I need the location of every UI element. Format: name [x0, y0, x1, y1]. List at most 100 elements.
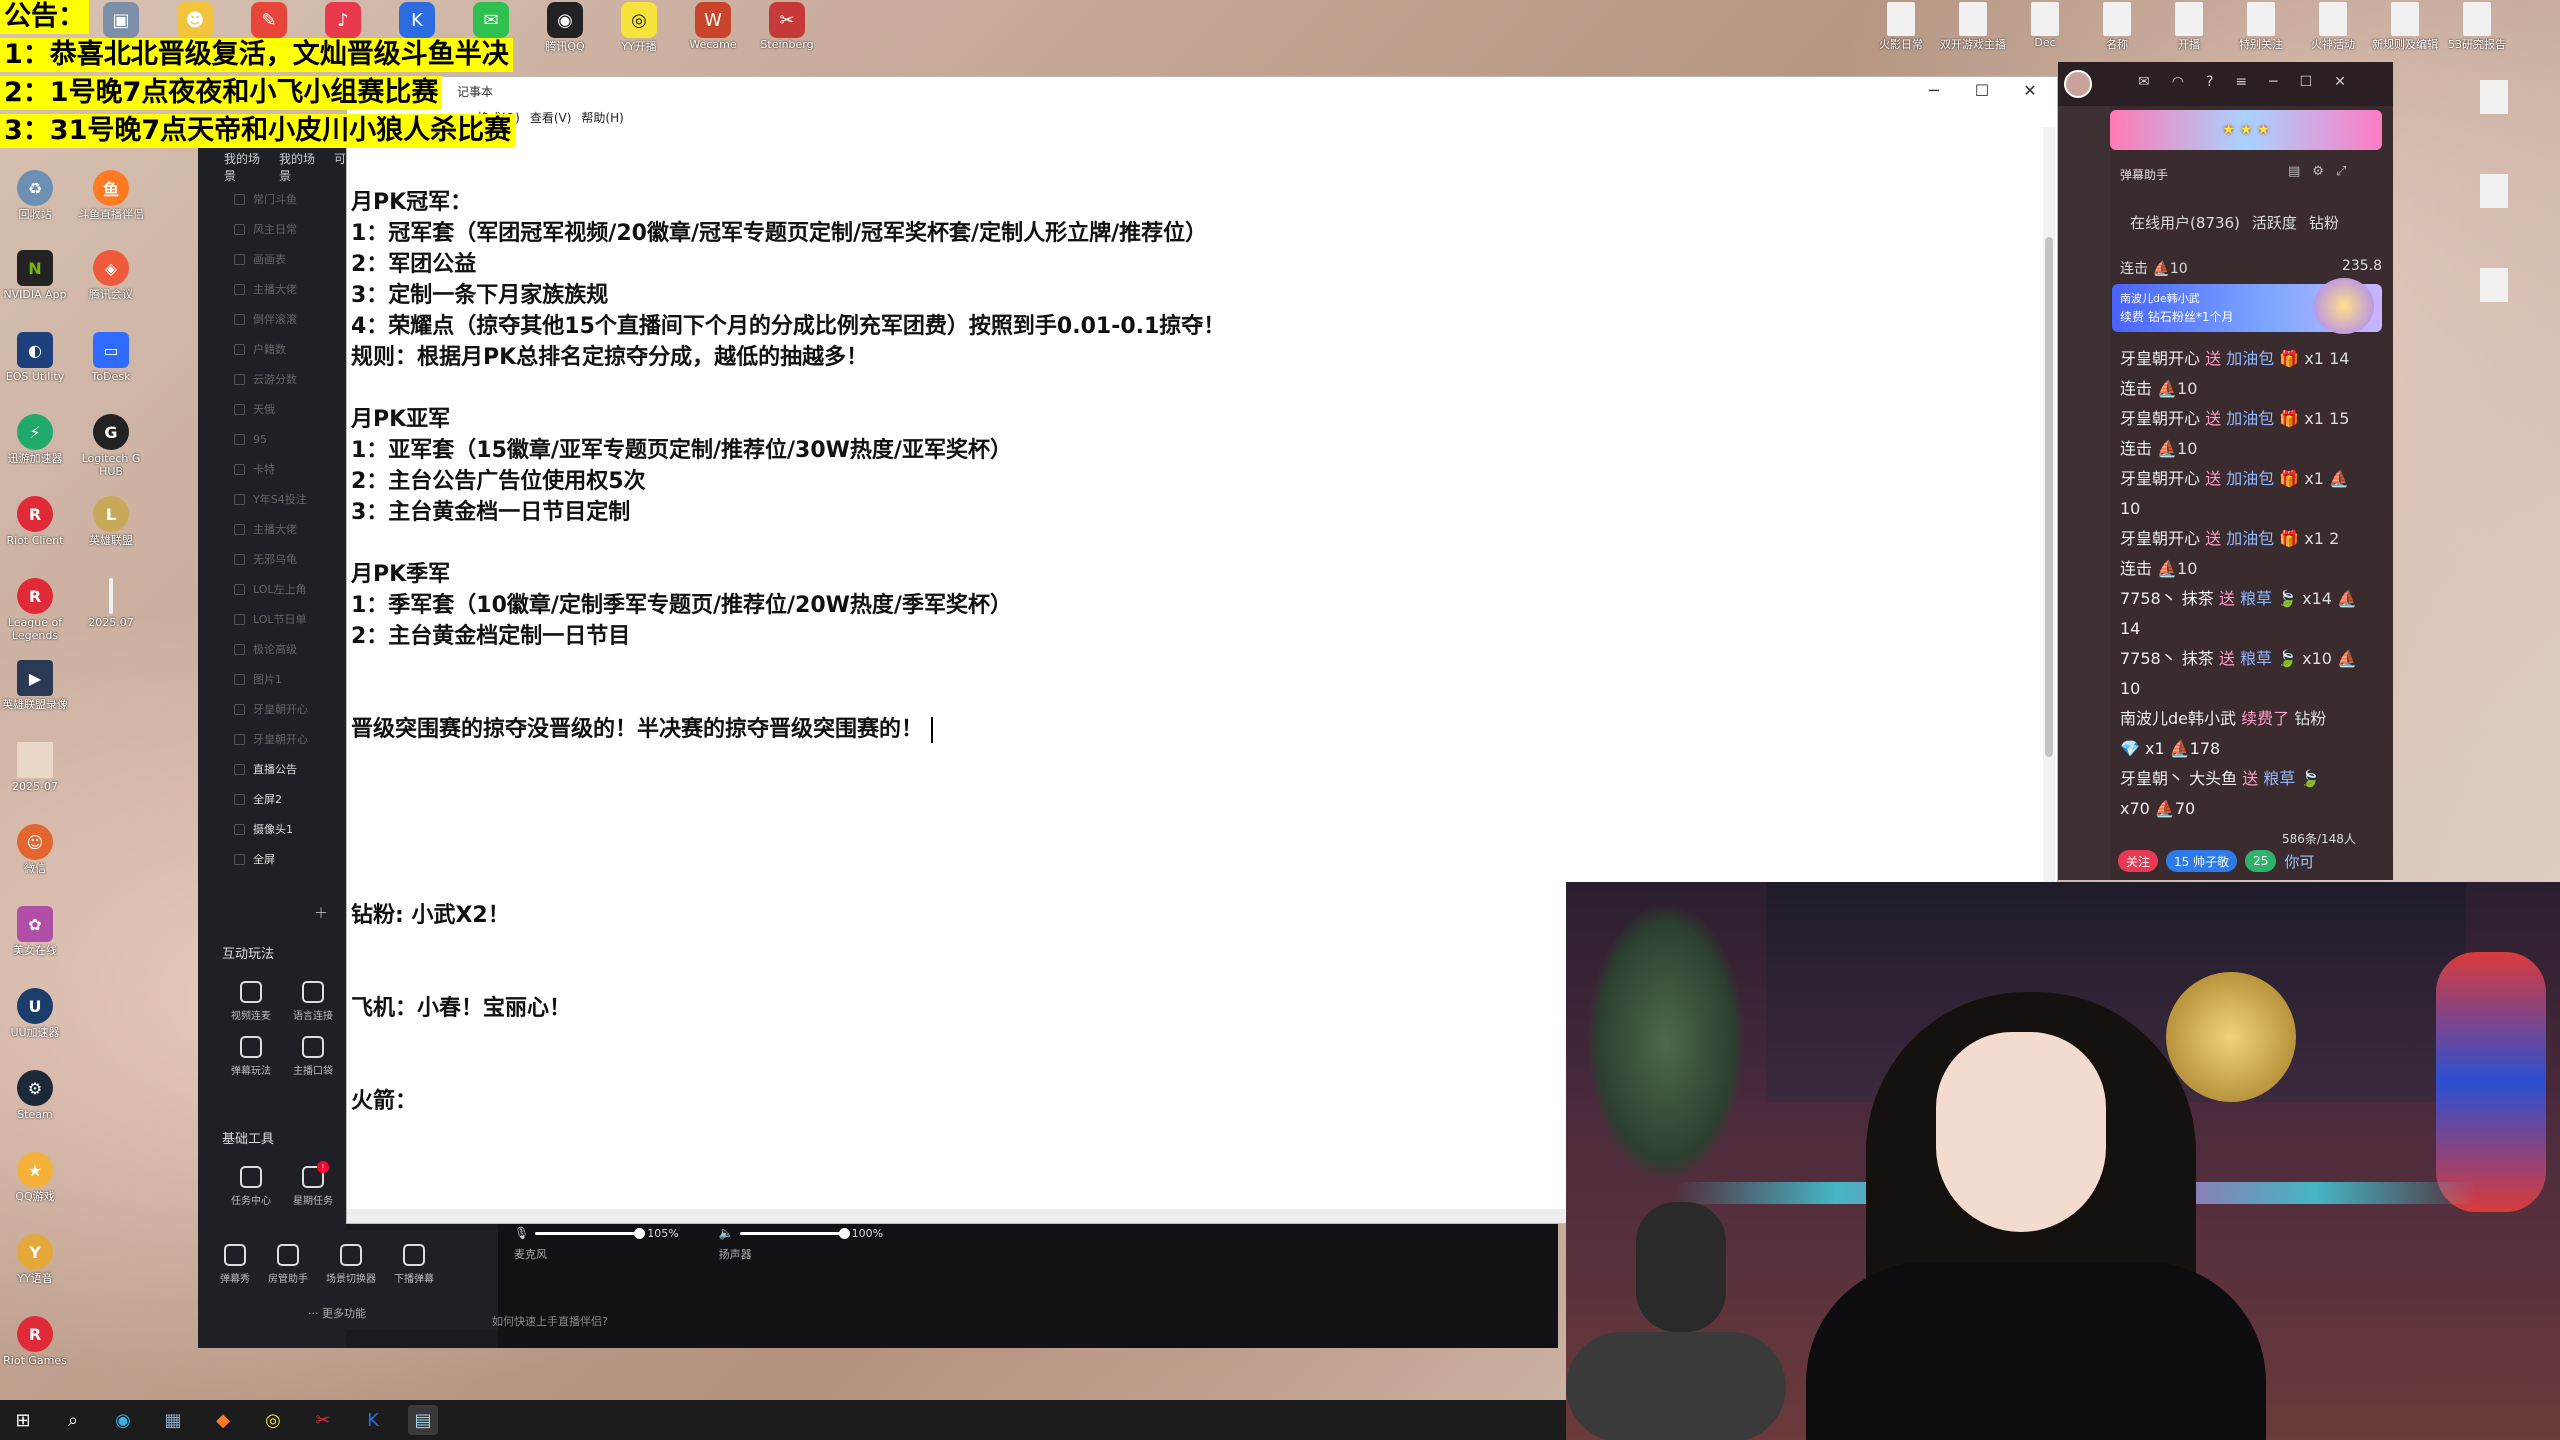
event-banner[interactable]: ★ ★ ★	[2110, 110, 2382, 150]
desktop-icon-steam[interactable]: ⚙ Steam	[0, 1070, 70, 1121]
maximize-icon[interactable]: ☐	[2300, 74, 2313, 90]
scene-item[interactable]: 卡特	[214, 454, 344, 484]
follow-button[interactable]: 关注	[2118, 850, 2159, 872]
scene-item[interactable]: 全屏2	[214, 784, 344, 814]
scene-item[interactable]: 倒伴滚滚	[214, 304, 344, 334]
settings-icon[interactable]: ⚙	[2312, 164, 2324, 179]
slider-knob[interactable]	[838, 1227, 850, 1239]
scene-checkbox-icon[interactable]	[234, 673, 245, 685]
desktop-file[interactable]: Dec	[2014, 0, 2076, 58]
chat-input-hint[interactable]: 你可	[2284, 851, 2314, 872]
scene-checkbox-icon[interactable]	[234, 283, 245, 295]
add-scene-icon[interactable]: ＋	[314, 903, 328, 923]
explorer-icon[interactable]: ▦	[158, 1405, 188, 1435]
scene-item[interactable]: 常门斗鱼	[214, 184, 344, 214]
desktop-icon-recycle[interactable]: ♻ 回收站	[0, 170, 70, 221]
tool-scene-switcher[interactable]: 场景切换器	[326, 1244, 376, 1285]
desktop-icon-logitech[interactable]: G Logitech G HUB	[76, 414, 146, 478]
desktop-icon-folder[interactable]: 2025.07	[76, 578, 146, 629]
copy-icon[interactable]: ▤	[2288, 164, 2300, 179]
chat-message-name[interactable]: 牙皇朝开心	[2120, 529, 2200, 548]
scene-checkbox-icon[interactable]	[234, 193, 245, 205]
scene-item[interactable]: 云游分数	[214, 364, 344, 394]
avatar[interactable]	[2064, 70, 2092, 98]
scene-checkbox-icon[interactable]	[234, 553, 245, 565]
windows-start-icon[interactable]: ⊞	[8, 1405, 38, 1435]
chat-message-name[interactable]: 南波儿de韩小武	[2120, 709, 2236, 728]
scene-item[interactable]: 主播大佬	[214, 514, 344, 544]
close-icon[interactable]: ✕	[2334, 74, 2346, 90]
chat-message-name[interactable]: 牙皇朝开心	[2120, 409, 2200, 428]
maximize-button[interactable]: ☐	[1973, 81, 1991, 100]
chat-message-name[interactable]: x70 ⛵70	[2120, 799, 2195, 818]
desktop-icon-wechat[interactable]: ☺ 微信	[0, 824, 70, 875]
scrollbar-thumb[interactable]	[2045, 237, 2053, 757]
minimize-icon[interactable]: ─	[2269, 74, 2277, 90]
help-link[interactable]: 如何快速上手直播伴侣?	[492, 1313, 608, 1329]
scene-checkbox-icon[interactable]	[234, 613, 245, 625]
scene-checkbox-icon[interactable]	[234, 703, 245, 715]
desktop-file[interactable]: 53研究报告	[2446, 0, 2508, 58]
desktop-icon-yyvoice[interactable]: Y YY语音	[0, 1234, 70, 1285]
chat-message-name[interactable]: 10	[2120, 499, 2140, 518]
scene-checkbox-icon[interactable]	[234, 313, 245, 325]
tool-pocket[interactable]: 主播口袋	[282, 1036, 344, 1077]
desktop-file[interactable]	[2480, 174, 2508, 208]
desktop-icon-steinberg[interactable]: ✂ Steinberg	[756, 0, 818, 58]
scene-checkbox-icon[interactable]	[234, 823, 245, 835]
riot-icon[interactable]: ✂	[308, 1405, 338, 1435]
tool-weekly-task[interactable]: ! 星期任务	[282, 1161, 344, 1207]
desktop-icon-douyu[interactable]: 鱼斗鱼直播伴侣	[76, 170, 146, 221]
more-functions-button[interactable]: ··· 更多功能	[308, 1305, 366, 1321]
speaker-icon[interactable]: 🔈	[719, 1226, 734, 1240]
desktop-icon-beauty[interactable]: ✿ 美女在线	[0, 906, 70, 957]
scene-checkbox-icon[interactable]	[234, 403, 245, 415]
minimize-button[interactable]: ─	[1925, 81, 1943, 100]
desktop-icon-league[interactable]: R League of Legends	[0, 578, 70, 642]
chat-message-name[interactable]: 7758丶 抹茶	[2120, 589, 2214, 608]
desktop-icon-riot[interactable]: R Riot Client	[0, 496, 70, 547]
scene-item[interactable]: 图片1	[214, 664, 344, 694]
desktop-icon-xunyou[interactable]: ⚡ 迅游加速器	[0, 414, 70, 465]
tool-room-admin[interactable]: 房管助手	[268, 1244, 308, 1285]
tab-my-scenes[interactable]: 我的场景	[224, 150, 269, 183]
speaker-volume-slider[interactable]	[739, 1227, 850, 1239]
scene-item[interactable]: 全屏	[214, 844, 344, 874]
chat-message-name[interactable]: 连击	[2120, 439, 2152, 458]
scene-checkbox-icon[interactable]	[234, 853, 245, 865]
desktop-icon-wecame[interactable]: W Wecame	[682, 0, 744, 58]
close-button[interactable]: ✕	[2021, 81, 2039, 100]
scene-item[interactable]: 天俄	[214, 394, 344, 424]
mic-volume-slider[interactable]	[535, 1227, 646, 1239]
tool-danmu-show[interactable]: 弹幕秀	[220, 1244, 250, 1285]
desktop-file[interactable]: 火影日常	[1870, 0, 1932, 58]
scene-item[interactable]: 牙皇朝开心	[214, 724, 344, 754]
tool-voice-link[interactable]: 语言连接	[282, 981, 344, 1022]
microphone-icon[interactable]: 🎙	[514, 1226, 529, 1240]
chat-message-name[interactable]: 💎 x1 ⛵178	[2120, 739, 2220, 758]
popout-icon[interactable]: ⤢	[2336, 164, 2346, 179]
desktop-file[interactable]: 火神活动	[2302, 0, 2364, 58]
desktop-icon-eos[interactable]: ◐ EOS Utility	[0, 332, 70, 383]
notepad-icon[interactable]: ▤	[408, 1405, 438, 1435]
scene-item[interactable]: 牙皇朝开心	[214, 694, 344, 724]
tool-video-call[interactable]: 视频连麦	[220, 981, 282, 1022]
yy-icon[interactable]: ◎	[258, 1405, 288, 1435]
scene-item[interactable]: LOL左上角	[214, 574, 344, 604]
tab-online-users[interactable]: 在线用户(8736)	[2130, 212, 2240, 233]
desktop-icon-file[interactable]: 2025-07	[0, 742, 70, 793]
scene-checkbox-icon[interactable]	[234, 643, 245, 655]
desktop-icon-nvidia[interactable]: N NVIDIA App	[0, 250, 70, 301]
desktop-file[interactable]: 特别关注	[2230, 0, 2292, 58]
scene-checkbox-icon[interactable]	[234, 763, 245, 775]
chat-message-name[interactable]: 14	[2120, 619, 2140, 638]
tool-offline-danmu[interactable]: 下播弹幕	[394, 1244, 434, 1285]
chat-message-name[interactable]: 10	[2120, 679, 2140, 698]
chat-message-name[interactable]: 牙皇朝丶 大头鱼	[2120, 769, 2237, 788]
scene-item[interactable]: 画画表	[214, 244, 344, 274]
menu-icon[interactable]: ≡	[2235, 74, 2247, 90]
desktop-icon-meeting[interactable]: ◈ 腾讯会议	[76, 250, 146, 301]
scene-item[interactable]: 主播大佬	[214, 274, 344, 304]
desktop-file[interactable]: 名称	[2086, 0, 2148, 58]
scene-item[interactable]: 户籍数	[214, 334, 344, 364]
